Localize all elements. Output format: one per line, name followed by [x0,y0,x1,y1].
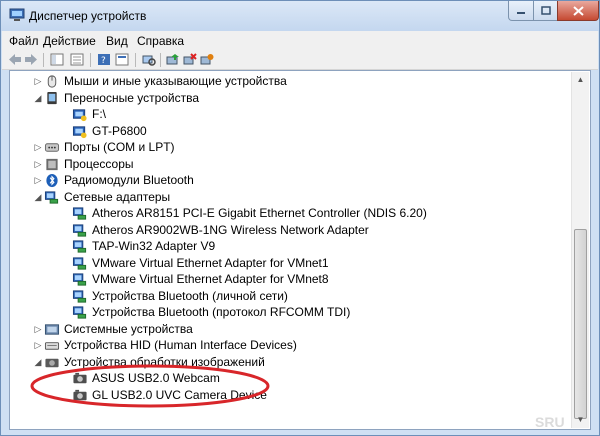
watermark: SRU [535,414,565,430]
tree-row[interactable]: ▷ Порты (COM и LPT) [10,139,570,156]
vertical-scrollbar[interactable]: ▲ ▼ [571,72,589,428]
tree-item-label: F:\ [92,107,106,121]
portable-devices-icon [47,91,57,104]
tree-row[interactable]: Atheros AR9002WB-1NG Wireless Network Ad… [10,222,570,239]
properties-grid-icon[interactable] [70,53,84,66]
bluetooth-icon [46,173,58,188]
maximize-button[interactable] [533,1,558,21]
show-hide-tree-icon[interactable] [50,53,64,66]
properties-icon[interactable] [115,53,129,66]
tree-row[interactable]: ▷ Мыши и иные указывающие устройства [10,73,570,90]
update-driver-icon[interactable] [166,53,180,66]
menu-file[interactable]: Файл [9,34,39,48]
toolbar: ? [2,51,598,70]
tree-row[interactable]: ◢ Переносные устройства [10,90,570,107]
close-icon [572,5,584,16]
tree-row[interactable]: F:\ [10,106,570,123]
uninstall-device-icon[interactable] [183,53,197,66]
tree-item-label: GT-P6800 [92,123,147,138]
tree-item-label: Сетевые адаптеры [64,189,171,204]
tree-item-label: TAP-Win32 Adapter V9 [92,239,216,253]
tree-row[interactable]: Atheros AR8151 PCI-E Gigabit Ethernet Co… [10,205,570,222]
forward-arrow-icon[interactable] [24,53,38,66]
back-arrow-icon[interactable] [8,53,22,66]
expand-arrow-icon[interactable]: ▷ [33,139,43,156]
expand-arrow-icon[interactable]: ▷ [33,73,43,90]
scrollbar-thumb[interactable] [574,229,587,419]
mouse-icon [47,75,57,88]
tree-row[interactable]: ▷ Радиомодули Bluetooth [10,172,570,189]
minimize-button[interactable] [508,1,534,21]
close-button[interactable] [557,1,599,21]
network-adapter-icon [44,190,59,204]
scroll-up-icon[interactable]: ▲ [573,72,588,88]
tree-item-label: Мыши и иные указывающие устройства [64,74,287,88]
menu-help[interactable]: Справка [137,34,184,48]
device-manager-window: Диспетчер устройств Файл Действие Вид Сп… [0,0,600,436]
network-adapter-icon [72,223,87,237]
network-adapter-icon [72,306,87,319]
scroll-down-icon[interactable]: ▼ [573,412,588,428]
network-adapter-icon [72,256,87,270]
tree-row[interactable]: VMware Virtual Ethernet Adapter for VMne… [10,255,570,272]
tree-row[interactable]: ▷ Устройства HID (Human Interface Devices… [10,337,570,354]
network-adapter-icon [72,273,87,286]
system-device-icon [44,323,60,335]
tree-item-label: Процессоры [64,156,134,171]
menu-bar: Файл Действие Вид Справка [2,31,598,51]
tree-row[interactable]: ◢ Сетевые адаптеры [10,189,570,206]
portable-device-icon [72,125,87,138]
tree-item-label: Системные устройства [64,321,193,336]
tree-row[interactable]: TAP-Win32 Adapter V9 [10,238,570,255]
tree-item-label: VMware Virtual Ethernet Adapter for VMne… [92,255,329,270]
device-manager-icon [9,8,25,21]
expand-arrow-icon[interactable]: ▷ [33,156,43,173]
tree-row[interactable]: Устройства Bluetooth (протокол RFCOMM TD… [10,304,570,321]
disable-device-icon[interactable] [200,53,214,66]
tree-row[interactable]: GT-P6800 [10,123,570,140]
tree-item-label: VMware Virtual Ethernet Adapter for VMne… [92,272,329,286]
port-icon [44,143,60,152]
collapse-arrow-icon[interactable]: ◢ [33,189,43,206]
tree-item-label: Устройства Bluetooth (протокол RFCOMM TD… [92,305,351,319]
menu-view[interactable]: Вид [106,34,128,48]
tree-row[interactable]: VMware Virtual Ethernet Adapter for VMne… [10,271,570,288]
svg-text:?: ? [101,56,106,66]
tree-row[interactable]: ▷ Процессоры [10,156,570,173]
tree-item-label: Устройства HID (Human Interface Devices) [64,338,297,352]
tree-item-label: Atheros AR8151 PCI-E Gigabit Ethernet Co… [92,206,427,220]
minimize-icon [517,11,525,14]
expand-arrow-icon[interactable]: ▷ [33,321,43,338]
expand-arrow-icon[interactable]: ▷ [33,172,43,189]
title-bar[interactable]: Диспетчер устройств [1,1,599,31]
collapse-arrow-icon[interactable]: ◢ [33,90,43,107]
tree-item-label: Радиомодули Bluetooth [64,173,194,187]
network-adapter-icon [72,240,87,253]
highlight-ellipse [30,364,270,408]
network-adapter-icon [72,289,87,303]
expand-arrow-icon[interactable]: ▷ [33,337,43,354]
processor-icon [46,158,58,170]
tree-item-label: Устройства Bluetooth (личной сети) [92,288,288,303]
tree-item-label: Порты (COM и LPT) [64,140,175,154]
tree-item-label: Переносные устройства [64,90,200,105]
tree-row[interactable]: Устройства Bluetooth (личной сети) [10,288,570,305]
hid-icon [44,342,60,350]
tree-item-label: Atheros AR9002WB-1NG Wireless Network Ad… [92,222,369,237]
network-adapter-icon [72,207,87,220]
window-title: Диспетчер устройств [29,9,147,23]
menu-action[interactable]: Действие [43,34,96,48]
maximize-icon [540,6,551,15]
tree-row[interactable]: ▷ Системные устройства [10,321,570,338]
help-icon[interactable]: ? [97,53,111,66]
portable-device-icon [72,109,87,122]
scan-hardware-icon[interactable] [142,53,156,66]
